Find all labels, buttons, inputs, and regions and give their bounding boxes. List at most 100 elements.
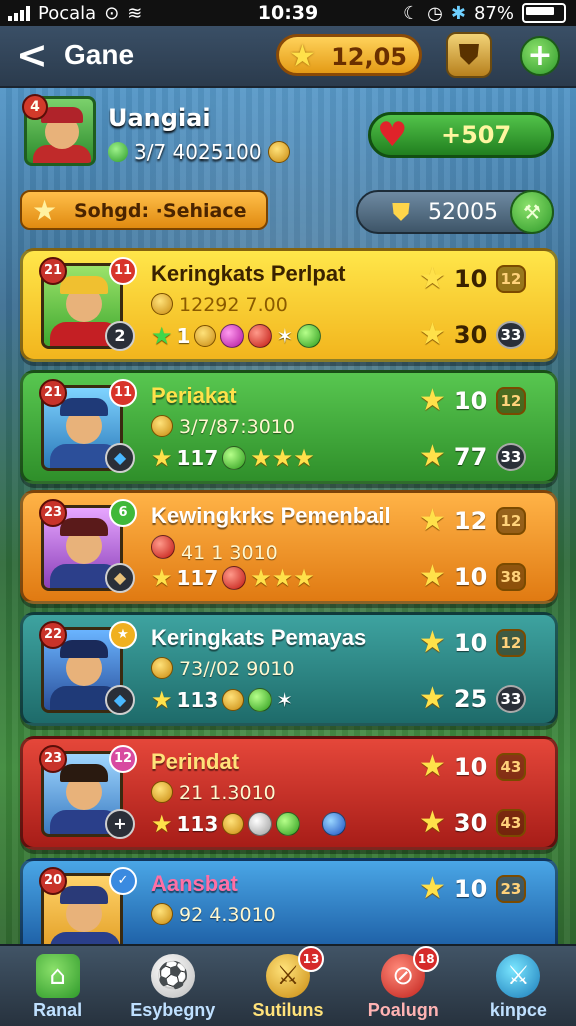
position-badge: +: [105, 809, 135, 839]
nav-matches[interactable]: ⚽ Esybegny: [115, 946, 230, 1026]
corner-badge: 11: [109, 379, 137, 407]
alarm-icon: ◷: [427, 2, 443, 24]
star-icon: ★: [419, 317, 446, 352]
star-icon: ★: [419, 625, 446, 660]
star-icon: ★: [419, 261, 446, 296]
list-item[interactable]: 23 6 ◆ Kewingkrks Pemenbail 41 1 3010 ★ 1…: [20, 490, 558, 604]
nav-label: Poalugn: [367, 1000, 439, 1020]
corner-badge: 12: [109, 745, 137, 773]
rank-badge: 21: [39, 257, 67, 285]
soccer-ball-icon: [248, 812, 273, 836]
star-icon: ★: [151, 322, 173, 350]
rank-badge: 20: [39, 867, 67, 895]
star-icon: ★: [419, 681, 446, 716]
swords-icon: ⚔: [496, 954, 541, 998]
card-resources: ★ 117 ★★★: [151, 443, 315, 473]
nav-shop[interactable]: ⊘ 18 Poalugn: [346, 946, 461, 1026]
position-badge: 2: [105, 321, 135, 351]
nav-rewards[interactable]: ⚔ 13 Sutiluns: [230, 946, 345, 1026]
star-icon: ★: [419, 503, 446, 538]
ball-icon: [276, 812, 301, 836]
status-bar: Pocala ⊙ ≋ 10:39 ☾ ◷ ✱ 87%: [0, 0, 576, 26]
heart-icon: ♥: [377, 115, 408, 155]
wrench-icon[interactable]: ⚒: [510, 190, 554, 234]
coin-icon: [151, 781, 173, 803]
list-item[interactable]: 20 ✓ Aansbat 92 4.3010 ★ 10 23: [20, 858, 558, 959]
nav-label: Sutiluns: [252, 1000, 324, 1020]
star-icon: ★: [419, 749, 446, 784]
ball-icon: [248, 688, 273, 712]
list-item[interactable]: 21 11 ◆ Periakat 3/7/87:3010 ★ 117 ★★★ ★ 10…: [20, 370, 558, 484]
rank-badge: 23: [39, 745, 67, 773]
gem-icon: [108, 142, 128, 162]
resource-count: 113: [176, 688, 219, 712]
resource-count: 113: [176, 812, 219, 836]
star-icon: ★: [151, 444, 173, 472]
soccer-ball-icon: ⚽: [150, 954, 195, 998]
ball-icon: [248, 324, 273, 348]
ball-icon: [322, 812, 347, 836]
score-tag: 12: [495, 264, 526, 293]
card-stat: 3/7/87:3010: [151, 415, 295, 438]
list-item[interactable]: 23 12 + Perindat 21 1.3010 ★ 113 ★ 10 43 ★ 3…: [20, 736, 558, 850]
shield-button[interactable]: ⛊: [446, 32, 492, 78]
top-bar: < Gane ★ 12,05 ⛊ +: [0, 26, 576, 88]
home-icon: ⌂: [35, 954, 80, 998]
coin-icon: [222, 813, 245, 835]
score-tag: 23: [495, 874, 526, 903]
ball-icon: [222, 566, 247, 590]
back-button[interactable]: <: [16, 36, 48, 74]
player-stats-text: 3/7 4025100: [134, 140, 262, 164]
score-tag: 43: [495, 752, 526, 781]
star-icon: ★: [32, 194, 58, 227]
player-stats: 3/7 4025100: [108, 140, 290, 164]
card-stat: 21 1.3010: [151, 781, 276, 804]
resource-count: 1: [176, 324, 191, 348]
coin-balance[interactable]: ★ 12,05: [276, 34, 422, 76]
card-resources: ★ 1 ✶: [151, 321, 322, 351]
ball-icon: [222, 446, 247, 470]
corner-badge: 6: [109, 499, 137, 527]
corner-badge: ✓: [109, 867, 137, 895]
gem-icon: [220, 324, 245, 348]
score-value: 77: [453, 442, 488, 471]
gem-balance[interactable]: ⛊ 52005 ⚒: [356, 190, 554, 234]
card-stat-text: 3/7/87:3010: [179, 416, 295, 438]
add-coins-button[interactable]: +: [520, 36, 560, 76]
rank-badge: 23: [39, 499, 67, 527]
nav-battle[interactable]: ⚔ kinpce: [461, 946, 576, 1026]
coin-icon: [267, 141, 290, 163]
firework-icon: ✶: [276, 324, 294, 348]
star-icon: ★: [419, 383, 446, 418]
nav-home[interactable]: ⌂ Ranal: [0, 946, 115, 1026]
score-tag: 12: [495, 386, 526, 415]
star-icon: ★: [151, 564, 173, 592]
list-item[interactable]: 21 11 2 Keringkats Perlpat 12292 7.00 ★ 1…: [20, 248, 558, 362]
score-tag: 12: [495, 628, 526, 657]
card-stat: 92 4.3010: [151, 903, 276, 926]
score-tag: 33: [495, 684, 526, 713]
page-title: Gane: [64, 39, 135, 70]
profile-panel: 4 Uangiai 3/7 4025100 ♥ +507 ★ Sohgd: ·S…: [0, 88, 576, 248]
star-icon: ★: [289, 39, 316, 74]
level-badge: 4: [22, 94, 48, 120]
bluetooth-icon: ✱: [450, 2, 466, 24]
score-value: 10: [453, 264, 488, 293]
notification-badge: 13: [298, 946, 324, 972]
lives-button[interactable]: ♥ +507: [368, 112, 554, 158]
player-name: Uangiai: [108, 104, 211, 132]
ball-icon: [297, 324, 322, 348]
card-stat-text: 21 1.3010: [179, 782, 276, 804]
dice-icon: [151, 535, 175, 559]
coin-icon: [194, 325, 217, 347]
list-item[interactable]: 22 ★ ◆ Keringkats Pemayas 73//02 9010 ★ 1…: [20, 612, 558, 726]
star-icon: ★★★: [250, 444, 315, 472]
moon-icon: ☾: [403, 2, 420, 24]
card-stat-text: 73//02 9010: [179, 658, 295, 680]
search-field[interactable]: ★ Sohgd: ·Sehiace: [20, 190, 268, 230]
score-tag: 33: [495, 442, 526, 471]
bottom-nav: ⌂ Ranal ⚽ Esybegny ⚔ 13 Sutiluns ⊘ 18 Po…: [0, 944, 576, 1026]
shield-icon: ⛊: [392, 198, 410, 226]
battery-icon: [522, 3, 566, 23]
score-value: 10: [453, 628, 488, 657]
